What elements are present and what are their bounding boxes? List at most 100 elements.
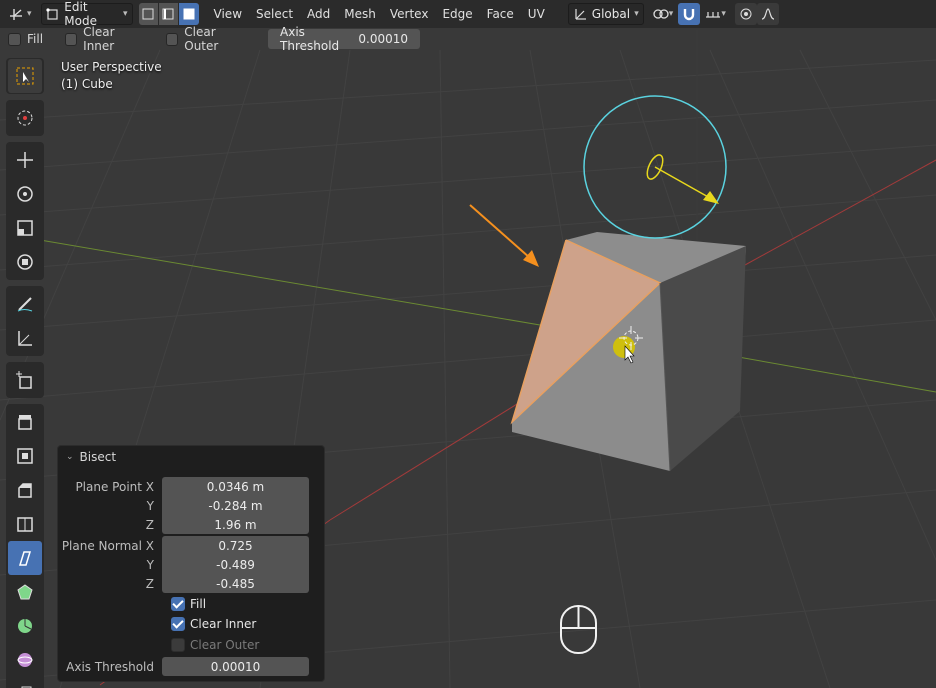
vertex-select-button[interactable] — [138, 3, 159, 25]
knife-icon — [18, 551, 32, 566]
add-cube-tool[interactable] — [8, 363, 42, 397]
menu-mesh[interactable]: Mesh — [339, 3, 381, 25]
select-mode-group — [138, 3, 199, 25]
plane-normal-x-row: Plane Normal X 0.725 — [58, 536, 326, 555]
inset-tool[interactable] — [8, 439, 42, 473]
move-tool[interactable] — [8, 143, 42, 177]
bisect-panel-header[interactable]: ⌄ Bisect — [58, 446, 324, 468]
plane-point-z-row: Z 1.96 m — [58, 515, 326, 534]
menu-bar: View Select Add Mesh Vertex Edge Face UV — [209, 3, 550, 25]
plane-normal-z-label: Z — [145, 576, 154, 591]
menu-select[interactable]: Select — [251, 3, 298, 25]
axis-threshold-field[interactable]: 0.00010 — [162, 657, 309, 676]
poly-build-tool[interactable] — [8, 575, 42, 609]
edge-select-button[interactable] — [158, 3, 179, 25]
opbar-clear-inner-toggle[interactable]: Clear Inner — [65, 25, 144, 53]
proportional-edit-toggle[interactable] — [734, 3, 757, 25]
bisect-redo-panel: ⌄ Bisect Plane Point X 0.0346 m Y -0.284… — [57, 445, 325, 682]
add-cube-icon — [16, 371, 32, 389]
axis-threshold-label: Axis Threshold — [66, 659, 154, 674]
transform-icon — [17, 254, 33, 270]
mode-dropdown[interactable]: Edit Mode ▾ — [40, 0, 133, 28]
poly-build-icon — [17, 584, 33, 600]
rotate-tool[interactable] — [8, 177, 42, 211]
cursor-tool[interactable] — [8, 101, 42, 135]
opbar-axis-threshold-value: 0.00010 — [358, 32, 409, 46]
opbar-clear-outer-label: Clear Outer — [184, 25, 219, 53]
axis-threshold-row: Axis Threshold 0.00010 — [58, 657, 326, 676]
extrude-tool[interactable] — [8, 405, 42, 439]
plane-normal-y-label: Y — [146, 557, 154, 572]
opbar-clear-outer-checkbox[interactable] — [166, 32, 179, 46]
knife-bisect-tool[interactable] — [8, 541, 42, 575]
chevron-down-icon: ▾ — [634, 9, 639, 19]
plane-point-y-field[interactable]: -0.284 m — [162, 496, 309, 515]
plane-normal-z-row: Z -0.485 — [58, 574, 326, 593]
opbar-clear-outer-toggle[interactable]: Clear Outer — [166, 25, 248, 53]
menu-vertex[interactable]: Vertex — [385, 3, 434, 25]
opbar-fill-checkbox[interactable] — [8, 32, 21, 46]
plane-normal-z-field[interactable]: -0.485 — [162, 574, 309, 593]
annotate-icon — [17, 297, 33, 312]
cursor-icon — [17, 110, 33, 126]
menu-add[interactable]: Add — [302, 3, 335, 25]
measure-tool[interactable] — [8, 321, 42, 355]
snap-target-dropdown[interactable]: ▾ — [700, 3, 731, 25]
fill-checkbox[interactable] — [171, 597, 185, 611]
menu-edge[interactable]: Edge — [437, 3, 477, 25]
shrink-fatten-tool[interactable] — [8, 677, 42, 688]
scale-tool[interactable] — [8, 211, 42, 245]
snap-toggle[interactable] — [678, 3, 701, 25]
clear-outer-checkbox[interactable] — [171, 638, 185, 652]
plane-normal-x-field[interactable]: 0.725 — [162, 536, 309, 555]
viewport-info: User Perspective (1) Cube — [61, 59, 162, 93]
chevron-down-icon: ▾ — [123, 9, 128, 19]
opbar-axis-threshold-label: Axis Threshold — [280, 25, 340, 53]
annotate-tool[interactable] — [8, 287, 42, 321]
pivot-icon — [653, 9, 669, 19]
clear-inner-checkbox[interactable] — [171, 617, 185, 631]
proportional-edit-icon — [740, 8, 752, 20]
clear-inner-toggle[interactable]: Clear Inner — [171, 617, 256, 631]
loop-cut-tool[interactable] — [8, 507, 42, 541]
shrink-fatten-icon — [21, 686, 32, 688]
move-icon — [17, 152, 33, 168]
plane-normal-x-label: Plane Normal X — [61, 538, 154, 553]
perspective-label: User Perspective — [61, 60, 162, 74]
plane-point-x-field[interactable]: 0.0346 m — [162, 477, 309, 496]
opbar-axis-threshold-field[interactable]: Axis Threshold 0.00010 — [268, 25, 421, 53]
opbar-clear-inner-checkbox[interactable] — [65, 32, 78, 46]
tool-group-cursor — [6, 100, 44, 136]
plane-point-y-label: Y — [146, 498, 154, 513]
tool-group-mesh — [6, 404, 44, 688]
clear-inner-label: Clear Inner — [190, 617, 257, 631]
opbar-clear-inner-label: Clear Inner — [83, 25, 115, 53]
bevel-tool[interactable] — [8, 473, 42, 507]
fill-label: Fill — [190, 597, 207, 611]
menu-view[interactable]: View — [209, 3, 247, 25]
plane-normal-y-row: Y -0.489 — [58, 555, 326, 574]
plane-point-z-field[interactable]: 1.96 m — [162, 515, 309, 534]
editor-type-button[interactable]: ▾ — [4, 3, 37, 25]
opbar-fill-toggle[interactable]: Fill — [8, 32, 43, 46]
falloff-dropdown[interactable] — [756, 3, 779, 25]
select-box-tool[interactable] — [8, 59, 42, 93]
pivot-dropdown[interactable]: ▾ — [648, 3, 679, 25]
tool-group-transform — [6, 142, 44, 280]
fill-toggle[interactable]: Fill — [171, 597, 206, 611]
clear-outer-toggle[interactable]: Clear Outer — [171, 638, 259, 652]
chevron-down-icon: ▾ — [27, 9, 32, 19]
face-select-button[interactable] — [178, 3, 199, 25]
operator-bar: Fill Clear Inner Clear Outer Axis Thresh… — [0, 25, 421, 53]
inset-icon — [17, 448, 33, 464]
plane-normal-y-field[interactable]: -0.489 — [162, 555, 309, 574]
loop-cut-icon — [17, 517, 33, 532]
spin-tool[interactable] — [8, 609, 42, 643]
smooth-tool[interactable] — [8, 643, 42, 677]
header-bar: ▾ Edit Mode ▾ View Select Add Mesh Verte… — [0, 0, 936, 28]
tool-group-add — [6, 362, 44, 398]
orientation-dropdown[interactable]: Global ▾ — [567, 3, 644, 25]
transform-tool[interactable] — [8, 245, 42, 279]
menu-uv[interactable]: UV — [523, 3, 550, 25]
menu-face[interactable]: Face — [482, 3, 519, 25]
